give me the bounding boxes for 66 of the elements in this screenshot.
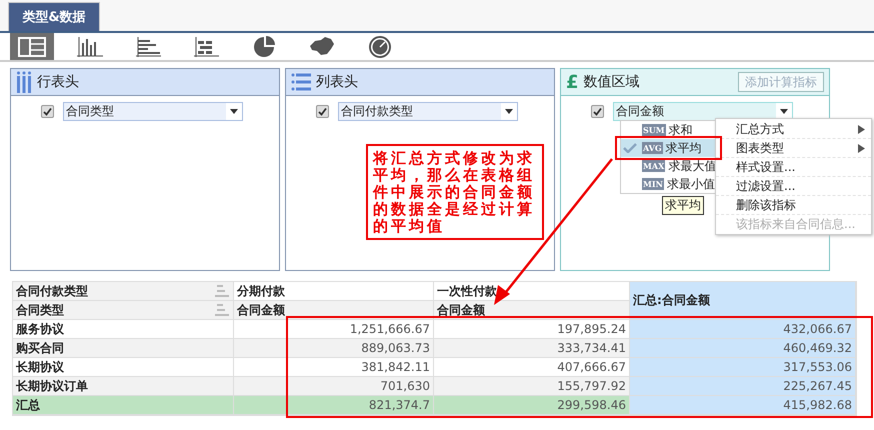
checkbox[interactable] bbox=[41, 105, 54, 118]
table-cell: 225,267.45 bbox=[630, 377, 856, 396]
field-dropdown[interactable]: 合同金额 bbox=[613, 102, 793, 121]
bar-chart-icon bbox=[133, 34, 163, 58]
table-cell: 415,982.68 bbox=[630, 396, 856, 415]
list-icon bbox=[291, 73, 311, 91]
table-chart-button[interactable] bbox=[10, 33, 54, 60]
table-cell: 821,374.7 bbox=[234, 396, 434, 415]
dropdown-caret-icon[interactable] bbox=[501, 103, 517, 120]
function-badge: MIN bbox=[642, 178, 664, 190]
field-dropdown[interactable]: 合同类型 bbox=[63, 102, 243, 121]
column-chart-icon bbox=[75, 34, 105, 58]
currency-icon: £ bbox=[566, 72, 579, 92]
panel-title: 行表头 bbox=[37, 73, 79, 91]
drag-handle-icon[interactable] bbox=[214, 304, 230, 316]
header-cell: 合同付款类型 bbox=[13, 282, 234, 301]
table-cell: 460,469.32 bbox=[630, 339, 856, 358]
table-cell: 197,895.24 bbox=[434, 320, 630, 339]
table-cell: 317,553.06 bbox=[630, 358, 856, 377]
menu-item[interactable]: 过滤设置... bbox=[716, 177, 871, 196]
table-cell: 407,666.67 bbox=[434, 358, 630, 377]
row-label: 购买合同 bbox=[13, 339, 234, 358]
header-cell: 汇总:合同金额 bbox=[630, 282, 856, 320]
checkbox[interactable] bbox=[591, 105, 604, 118]
table-cell: 299,598.46 bbox=[434, 396, 630, 415]
table-cell: 155,797.92 bbox=[434, 377, 630, 396]
checkmark-icon bbox=[623, 143, 637, 153]
function-badge: SUM bbox=[642, 124, 666, 136]
rows-icon bbox=[16, 71, 32, 93]
function-badge: AVG bbox=[642, 142, 663, 154]
menu-item[interactable]: MIN 求最小值 bbox=[621, 175, 718, 193]
row-label: 汇总 bbox=[13, 396, 234, 415]
menu-item[interactable]: 样式设置... bbox=[716, 158, 871, 177]
menu-item[interactable]: MAX 求最大值 bbox=[621, 157, 718, 175]
row-label: 长期协议订单 bbox=[13, 377, 234, 396]
tab[interactable]: 类型&数据 bbox=[8, 2, 100, 31]
tooltip: 求平均 bbox=[662, 196, 704, 215]
table-cell: 1,251,666.67 bbox=[234, 320, 434, 339]
menu-item[interactable]: AVG 求平均 bbox=[621, 139, 718, 157]
table-cell: 701,630 bbox=[234, 377, 434, 396]
stacked-chart-icon bbox=[191, 34, 221, 58]
panel-title: 数值区域 bbox=[584, 73, 640, 91]
menu-item[interactable]: SUM 求和 bbox=[621, 121, 718, 139]
annotation-text: 将汇总方式修改为求平均，那么在表格组件中展示的合同金额的数据全是经过计算的平均值 bbox=[373, 150, 536, 234]
menu-item[interactable]: 汇总方式 bbox=[716, 120, 871, 139]
table-cell: 432,066.67 bbox=[630, 320, 856, 339]
header-cell: 分期付款 bbox=[234, 282, 434, 301]
header-cell: 合同金额 bbox=[234, 301, 434, 320]
row-label: 长期协议 bbox=[13, 358, 234, 377]
function-badge: MAX bbox=[642, 160, 666, 172]
header-cell: 一次性付款 bbox=[434, 282, 630, 301]
menu-item[interactable]: 删除该指标 bbox=[716, 196, 871, 215]
checkbox[interactable] bbox=[316, 105, 329, 118]
row-label: 服务协议 bbox=[13, 320, 234, 339]
header-cell: 合同类型 bbox=[13, 301, 234, 320]
table-cell: 889,063.73 bbox=[234, 339, 434, 358]
field-dropdown[interactable]: 合同付款类型 bbox=[338, 102, 518, 121]
panel-title: 列表头 bbox=[316, 73, 358, 91]
table-cell: 381,842.11 bbox=[234, 358, 434, 377]
dropdown-caret-icon[interactable] bbox=[226, 103, 242, 120]
menu-item[interactable]: 图表类型 bbox=[716, 139, 871, 158]
table-cell: 333,734.41 bbox=[434, 339, 630, 358]
drag-handle-icon[interactable] bbox=[214, 285, 230, 297]
submenu-arrow-icon bbox=[858, 124, 865, 134]
submenu-arrow-icon bbox=[858, 144, 865, 152]
table-chart-icon bbox=[17, 34, 47, 58]
